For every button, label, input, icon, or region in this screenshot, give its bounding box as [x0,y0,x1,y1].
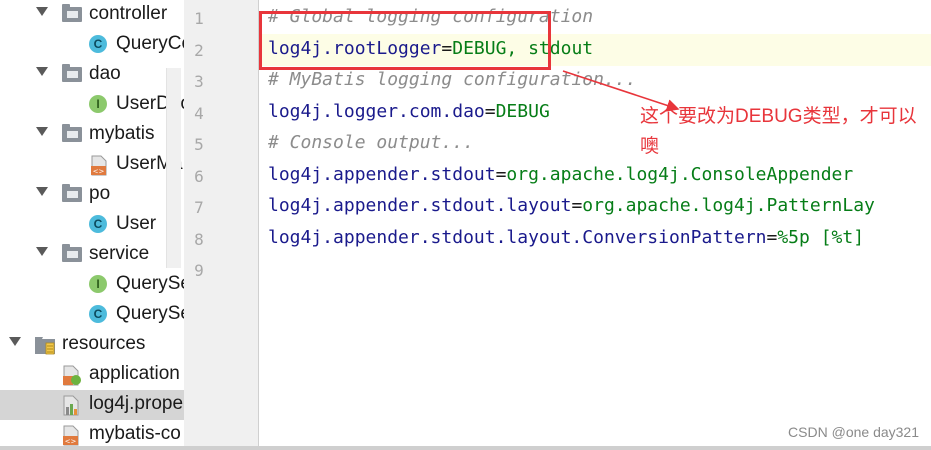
xml-file-icon: <> [90,155,110,176]
chevron-down-icon[interactable] [36,7,48,16]
property-key: log4j.appender.stdout [268,164,496,185]
line-number: 1 [194,9,204,28]
tree-file-user[interactable]: C User [0,210,184,240]
tree-file-usermapper[interactable]: <> UserMa [0,150,184,180]
line-number: 6 [194,167,204,186]
properties-file-icon [62,395,82,416]
tree-file-application[interactable]: application [0,360,184,390]
tree-file-querycontroller[interactable]: C QueryCo [0,30,184,60]
tree-item-label: QueryCo [116,33,184,54]
folder-icon [62,184,82,205]
tree-item-label: controller [89,3,168,24]
line-number-gutter: 1 2 3 4 5 6 7 8 9 [184,0,259,450]
property-value: org.apache.log4j.ConsoleAppender [506,164,854,185]
line-number: 9 [194,261,204,280]
chevron-down-icon[interactable] [36,127,48,136]
line-number: 3 [194,72,204,91]
folder-icon [62,124,82,145]
property-value: org.apache.log4j.PatternLay [582,195,875,216]
tree-item-label: resources [62,333,146,354]
code-line[interactable]: # MyBatis logging configuration... [268,69,636,90]
tree-item-label: mybatis [89,123,155,144]
interface-icon: I [89,275,109,295]
property-key: log4j.appender.stdout.layout.ConversionP… [268,227,767,248]
line-number: 5 [194,135,204,154]
spring-config-icon [62,365,82,386]
watermark: CSDN @one day321 [788,424,919,440]
tree-file-log4j-properties[interactable]: log4j.prope [0,390,184,420]
equals-sign: = [571,195,583,216]
tree-folder-resources[interactable]: resources [0,330,184,360]
equals-sign: = [766,227,778,248]
tree-item-label: mybatis-co [89,423,181,444]
property-value: %5p [%t] [777,227,865,248]
code-line[interactable]: log4j.logger.com.dao=DEBUG [268,101,550,122]
resources-folder-icon [34,335,55,355]
project-tree: controller C QueryCo dao I UserDao mybat… [0,0,184,450]
highlight-box [259,11,551,70]
tree-file-userdao[interactable]: I UserDao [0,90,184,120]
tree-item-label: QuerySe [116,273,184,294]
equals-sign: = [484,101,496,122]
class-icon: C [89,35,109,55]
svg-text:<>: <> [65,438,77,446]
tree-item-label: application [89,363,180,384]
xml-file-icon: <> [62,425,82,446]
tree-scrollbar[interactable] [166,68,181,268]
tree-item-label: log4j.prope [89,393,184,414]
folder-icon [62,244,82,265]
code-line[interactable]: log4j.appender.stdout=org.apache.log4j.C… [268,164,853,185]
tree-folder-mybatis[interactable]: mybatis [0,120,184,150]
svg-text:<>: <> [93,168,105,176]
chevron-down-icon[interactable] [36,187,48,196]
tree-file-queryserviceimpl[interactable]: C QuerySe [0,300,184,330]
line-number: 7 [194,198,204,217]
tree-folder-controller[interactable]: controller [0,0,184,30]
class-icon: C [89,305,109,325]
tree-folder-service[interactable]: service [0,240,184,270]
folder-icon [62,4,82,25]
code-line[interactable]: log4j.appender.stdout.layout=org.apache.… [268,195,875,216]
folder-icon [62,64,82,85]
property-value: DEBUG [495,101,550,122]
equals-sign: = [495,164,507,185]
bottom-border [0,446,931,450]
line-number: 4 [194,104,204,123]
tree-item-label: dao [89,63,121,84]
property-key: log4j.logger.com.dao [268,101,485,122]
line-number: 8 [194,230,204,249]
line-number: 2 [194,41,204,60]
tree-folder-dao[interactable]: dao [0,60,184,90]
tree-folder-po[interactable]: po [0,180,184,210]
class-icon: C [89,215,109,235]
tree-file-queryservice[interactable]: I QuerySe [0,270,184,300]
chevron-down-icon[interactable] [36,247,48,256]
tree-item-label: User [116,213,157,234]
interface-icon: I [89,95,109,115]
property-key: log4j.appender.stdout.layout [268,195,572,216]
tree-item-label: QuerySe [116,303,184,324]
code-line[interactable]: # Console output... [268,132,474,153]
chevron-down-icon[interactable] [36,67,48,76]
code-line[interactable]: log4j.appender.stdout.layout.ConversionP… [268,227,864,248]
annotation-note: 这个要改为DEBUG类型，才可以噢 [640,106,917,157]
tree-item-label: service [89,243,150,264]
chevron-down-icon[interactable] [9,337,21,346]
tree-item-label: po [89,183,111,204]
